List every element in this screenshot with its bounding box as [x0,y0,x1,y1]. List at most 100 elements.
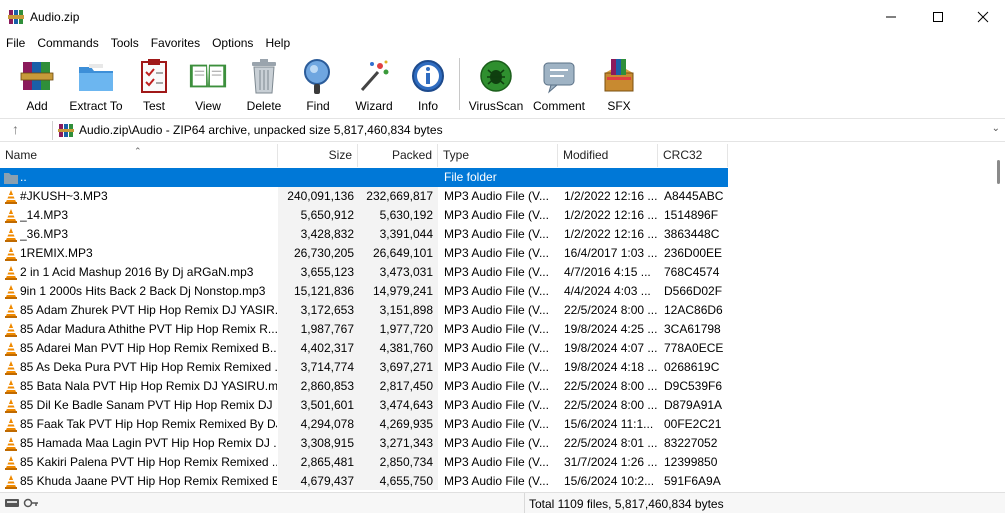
file-packed: 4,269,935 [379,417,433,431]
menu-options[interactable]: Options [212,34,253,52]
file-type: MP3 Audio File (V... [444,208,549,222]
vlc-cone-icon [5,228,17,242]
file-row[interactable]: _14.MP3 5,650,912 5,630,192 MP3 Audio File … [0,206,728,225]
info-label: Info [417,99,438,113]
test-button[interactable]: Test [134,54,174,114]
column-modified[interactable]: Modified [558,144,658,167]
file-size: 3,655,123 [300,265,354,279]
column-name[interactable]: Name ⌃ [0,144,278,167]
file-packed: 5,630,192 [379,208,433,222]
vlc-cone-icon [5,247,17,261]
file-crc32: 83227052 [664,436,718,450]
file-type: MP3 Audio File (V... [444,189,549,203]
delete-button[interactable]: Delete [243,54,285,114]
virusscan-button[interactable]: VirusScan [469,54,523,114]
path-field[interactable]: Audio.zip\Audio - ZIP64 archive, unpacke… [52,121,1002,140]
file-row[interactable]: 85 Adam Zhurek PVT Hip Hop Remix DJ YASI… [0,301,728,320]
trash-icon [244,56,284,96]
file-size: 3,501,601 [300,398,354,412]
test-label: Test [142,99,165,113]
file-modified: 22/5/2024 8:00 ... [564,398,658,412]
menu-file[interactable]: File [6,34,25,52]
file-name: 85 As Deka Pura PVT Hip Hop Remix Remixe… [20,360,277,374]
file-row[interactable]: _36.MP3 3,428,832 3,391,044 MP3 Audio File … [0,225,728,244]
file-modified: 22/5/2024 8:01 ... [564,436,658,450]
menu-favorites[interactable]: Favorites [151,34,200,52]
file-type: MP3 Audio File (V... [444,379,549,393]
menu-commands[interactable]: Commands [37,34,98,52]
file-size: 3,428,832 [300,227,354,241]
file-modified: 19/8/2024 4:18 ... [564,360,658,374]
info-icon [408,56,448,96]
file-row[interactable]: 85 Dil Ke Badle Sanam PVT Hip Hop Remix … [0,396,728,415]
file-crc32: 236D00EE [664,246,723,260]
file-row[interactable]: 85 As Deka Pura PVT Hip Hop Remix Remixe… [0,358,728,377]
drive-key-icon [5,498,38,508]
parent-folder-row[interactable]: .. File folder [0,168,728,187]
file-row[interactable]: 85 Kakiri Palena PVT Hip Hop Remix Remix… [0,453,728,472]
column-crc32[interactable]: CRC32 [658,144,728,167]
up-arrow-icon[interactable]: ↑ [12,121,19,137]
file-row[interactable]: 85 Khuda Jaane PVT Hip Hop Remix Remixed… [0,472,728,490]
vlc-cone-icon [5,380,17,394]
file-modified: 31/7/2024 1:26 ... [564,455,658,469]
maximize-button[interactable] [915,0,961,34]
add-label: Add [26,99,48,113]
menu-help[interactable]: Help [265,34,290,52]
extract-to-button[interactable]: Extract To [68,54,124,114]
wizard-button[interactable]: Wizard [354,54,394,114]
toolbar: Add Extract To Test View Delete Find Wiz… [0,54,1005,116]
chevron-down-icon[interactable]: ⌄ [992,123,1000,134]
menu-tools[interactable]: Tools [111,34,139,52]
menu-bar: File Commands Tools Favorites Options He… [0,34,1005,52]
file-type: MP3 Audio File (V... [444,341,549,355]
file-crc32: A8445ABC [664,189,724,203]
find-button[interactable]: Find [298,54,338,114]
status-text: Total 1109 files, 5,817,460,834 bytes [529,497,724,511]
file-name: 85 Hamada Maa Lagin PVT Hip Hop Remix DJ… [20,436,277,450]
column-packed[interactable]: Packed [358,144,438,167]
virus-scan-icon [476,56,516,96]
file-size: 240,091,136 [287,189,354,203]
add-button[interactable]: Add [17,54,57,114]
file-size: 2,860,853 [300,379,354,393]
close-button[interactable] [960,0,1005,34]
file-modified: 4/7/2016 4:15 ... [564,265,651,279]
file-type: MP3 Audio File (V... [444,246,549,260]
view-button[interactable]: View [186,54,230,114]
column-type[interactable]: Type [438,144,558,167]
file-row[interactable]: 85 Adarei Man PVT Hip Hop Remix Remixed … [0,339,728,358]
file-crc32: 12AC86D6 [664,303,723,317]
file-row[interactable]: 85 Bata Nala PVT Hip Hop Remix DJ YASIRU… [0,377,728,396]
file-row[interactable]: #JKUSH~3.MP3 240,091,136 232,669,817 MP3 Au… [0,187,728,206]
file-type: MP3 Audio File (V... [444,303,549,317]
comment-button[interactable]: Comment [531,54,587,114]
vlc-cone-icon [5,266,17,280]
file-packed: 1,977,720 [379,322,433,336]
file-row[interactable]: 85 Faak Tak PVT Hip Hop Remix Remixed By… [0,415,728,434]
test-clipboard-icon [134,56,174,96]
file-packed: 26,649,101 [372,246,433,260]
vlc-cone-icon [5,323,17,337]
path-text: Audio.zip\Audio - ZIP64 archive, unpacke… [79,123,443,137]
column-header-row: Name ⌃ Size Packed Type Modified CRC32 [0,144,728,167]
column-crc32-label: CRC32 [663,148,703,162]
file-row[interactable]: 9in 1 2000s Hits Back 2 Back Dj Nonstop.… [0,282,728,301]
scrollbar-thumb[interactable] [997,160,1000,184]
file-name: 9in 1 2000s Hits Back 2 Back Dj Nonstop.… [20,284,266,298]
file-modified: 16/4/2017 1:03 ... [564,246,658,260]
file-row[interactable]: 85 Hamada Maa Lagin PVT Hip Hop Remix DJ… [0,434,728,453]
file-packed: 4,381,760 [379,341,433,355]
file-name: 2 in 1 Acid Mashup 2016 By Dj aRGaN.mp3 [20,265,254,279]
sfx-button[interactable]: SFX [598,54,640,114]
file-size: 1,987,767 [300,322,354,336]
file-row[interactable]: 1REMIX.MP3 26,730,205 26,649,101 MP3 Audio … [0,244,728,263]
vertical-scrollbar[interactable] [994,148,1004,490]
column-size[interactable]: Size [278,144,358,167]
info-button[interactable]: Info [408,54,448,114]
file-row[interactable]: 85 Adar Madura Athithe PVT Hip Hop Remix… [0,320,728,339]
file-packed: 14,979,241 [372,284,433,298]
file-size: 4,679,437 [300,474,354,488]
file-row[interactable]: 2 in 1 Acid Mashup 2016 By Dj aRGaN.mp3 3… [0,263,728,282]
minimize-button[interactable] [868,0,914,34]
